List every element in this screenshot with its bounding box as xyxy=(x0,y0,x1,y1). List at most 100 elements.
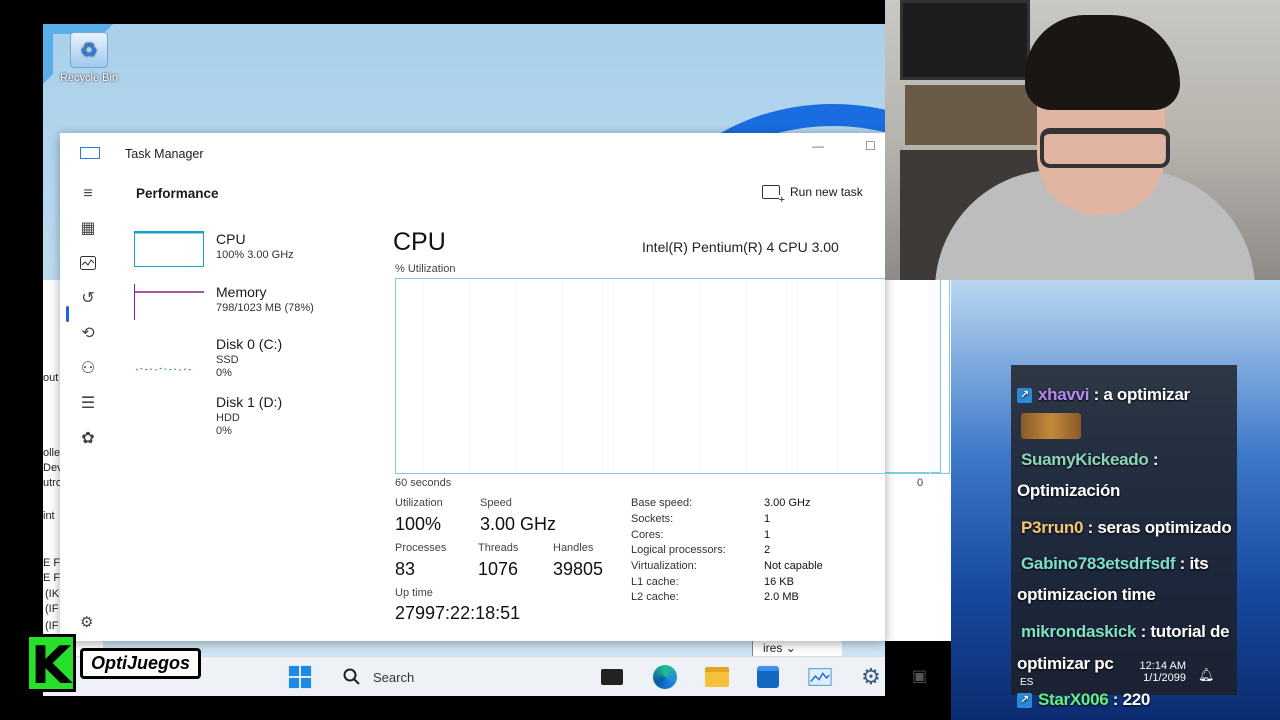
recycle-bin-shortcut[interactable]: ♻ Recycle Bin xyxy=(51,32,127,84)
hamburger-icon[interactable]: ≡ xyxy=(76,183,100,205)
resource-name: Memory xyxy=(216,284,267,300)
utilization-value: 100% xyxy=(395,514,442,534)
detail-value: 1 xyxy=(764,513,771,525)
chat-text: : 220 xyxy=(1108,690,1151,709)
bg-text: out xyxy=(43,372,59,384)
stat-label: Processes xyxy=(395,542,447,554)
bg-text: (IK xyxy=(45,588,60,600)
detail-key: Sockets: xyxy=(631,513,674,525)
stat-label: Handles xyxy=(553,542,594,554)
notification-bell-icon[interactable]: 🔔︎ xyxy=(1198,667,1215,683)
detail-key: Base speed: xyxy=(631,497,693,509)
chat-username: P3rrun0 xyxy=(1021,518,1084,537)
settings-button[interactable]: ⚙ xyxy=(859,664,883,689)
run-new-task-button[interactable]: Run new task xyxy=(762,185,863,205)
details-icon[interactable]: ☰ xyxy=(76,392,100,414)
clock: 12:14 AM 1/1/2099 xyxy=(1110,660,1186,684)
services-icon[interactable]: ✿ xyxy=(76,427,100,449)
processes-value: 83 xyxy=(395,559,416,579)
recycle-bin-icon: ♻ xyxy=(70,32,108,68)
folder-icon xyxy=(705,667,729,687)
resource-disk-0[interactable]: Disk 0 (C:) SSD 0% xyxy=(132,334,362,382)
task-manager-button[interactable] xyxy=(808,665,832,689)
chat-message: ↗ xhavvi : a optimizar xyxy=(1017,385,1190,405)
bg-text: olle xyxy=(43,447,61,459)
app-icon[interactable]: ▣ xyxy=(912,666,927,686)
graph-zero-label: 0 xyxy=(917,477,924,489)
file-explorer-button[interactable] xyxy=(705,665,729,689)
processes-icon[interactable]: ▦ xyxy=(76,217,100,239)
chat-message: mikrondaskick : tutorial de xyxy=(1021,622,1230,642)
task-view-button[interactable] xyxy=(600,665,624,689)
detail-value: 16 KB xyxy=(764,576,794,588)
handles-value: 39805 xyxy=(553,559,604,579)
run-task-label: Run new task xyxy=(790,185,863,199)
cam-person-hair xyxy=(1025,15,1180,110)
taskbar-search[interactable]: Search xyxy=(333,663,563,691)
detail-key: Cores: xyxy=(631,529,664,541)
resource-usage: 0% xyxy=(216,367,232,379)
chat-username: StarX006 xyxy=(1038,690,1109,709)
resource-name: Disk 0 (C:) xyxy=(216,336,283,352)
resource-type: SSD xyxy=(216,354,239,366)
bg-text: (IF xyxy=(45,603,59,615)
chat-message: SuamyKickeado : xyxy=(1021,450,1159,470)
clock-date: 1/1/2099 xyxy=(1143,672,1186,684)
chat-text: : xyxy=(1148,450,1159,469)
edge-icon xyxy=(653,665,677,689)
chevron-down-icon: ⌄ xyxy=(785,641,796,655)
language-indicator: ES xyxy=(1020,677,1034,688)
clock-time: 12:14 AM xyxy=(1139,660,1186,672)
users-icon[interactable]: ⚇ xyxy=(76,357,100,379)
dropdown-text: ires xyxy=(763,641,783,655)
task-manager-window: Task Manager — ☐ ≡ ▦ ↺ ⟲ ⚇ ☰ ✿ ⚙ Perform… xyxy=(60,133,950,641)
performance-graph-icon xyxy=(80,256,96,270)
chat-text: : a optimizar xyxy=(1089,385,1191,404)
resource-disk-1[interactable]: Disk 1 (D:) HDD 0% xyxy=(132,392,362,440)
channel-logo: K OptiJuegos xyxy=(26,634,202,695)
resource-cpu[interactable]: CPU 100% 3.00 GHz xyxy=(132,229,362,277)
stat-label: Utilization xyxy=(395,497,443,509)
resource-type: HDD xyxy=(216,412,240,424)
startup-apps-icon[interactable]: ⟲ xyxy=(76,322,100,344)
uptime-value: 27997:22:18:51 xyxy=(395,603,521,623)
chat-overlay: ↗ xhavvi : a optimizar SuamyKickeado : Op… xyxy=(1011,365,1237,695)
cpu-model: Intel(R) Pentium(R) 4 CPU 3.00 xyxy=(642,239,839,255)
recycle-bin-label: Recycle Bin xyxy=(59,72,119,84)
bg-text: (IF xyxy=(45,620,59,632)
disk0-sparkline xyxy=(135,367,193,371)
cpu-heading: CPU xyxy=(393,228,446,256)
detail-key: L2 cache: xyxy=(631,591,679,603)
memory-sparkline xyxy=(134,284,204,320)
chat-emote xyxy=(1021,413,1081,439)
chat-username: xhavvi xyxy=(1038,385,1090,404)
cam-person-glasses xyxy=(1040,128,1170,168)
cpu-utilization-graph xyxy=(395,278,950,474)
detail-key: Virtualization: xyxy=(631,560,697,572)
start-button[interactable] xyxy=(288,665,312,689)
search-icon xyxy=(343,668,360,685)
chat-username: Gabino783etsdrfsdf xyxy=(1021,554,1176,573)
background-dropdown[interactable]: ires ⌄ xyxy=(752,641,842,656)
resource-memory[interactable]: Memory 798/1023 MB (78%) xyxy=(132,282,362,330)
detail-key: L1 cache: xyxy=(631,576,679,588)
chat-username: SuamyKickeado xyxy=(1021,450,1149,469)
performance-icon[interactable] xyxy=(76,252,100,274)
run-task-icon xyxy=(762,185,785,205)
chat-badge-icon: ↗ xyxy=(1017,388,1032,404)
resource-detail: 798/1023 MB (78%) xyxy=(216,302,314,314)
gear-icon: ⚙ xyxy=(861,664,881,689)
detail-value: Not capable xyxy=(764,560,823,572)
task-manager-icon xyxy=(808,668,832,686)
detail-key: Logical processors: xyxy=(631,544,726,556)
maximize-button[interactable]: ☐ xyxy=(865,139,876,153)
store-button[interactable] xyxy=(756,665,780,689)
window-title: Task Manager xyxy=(125,147,204,161)
chat-message: Gabino783etsdrfsdf : its xyxy=(1021,554,1209,574)
chat-text: optimizacion time xyxy=(1017,585,1156,604)
edge-button[interactable] xyxy=(653,665,677,689)
chat-text: optimizar pc xyxy=(1017,654,1114,673)
minimize-button[interactable]: — xyxy=(812,139,824,153)
settings-icon[interactable]: ⚙ xyxy=(80,613,93,631)
app-history-icon[interactable]: ↺ xyxy=(76,287,100,309)
